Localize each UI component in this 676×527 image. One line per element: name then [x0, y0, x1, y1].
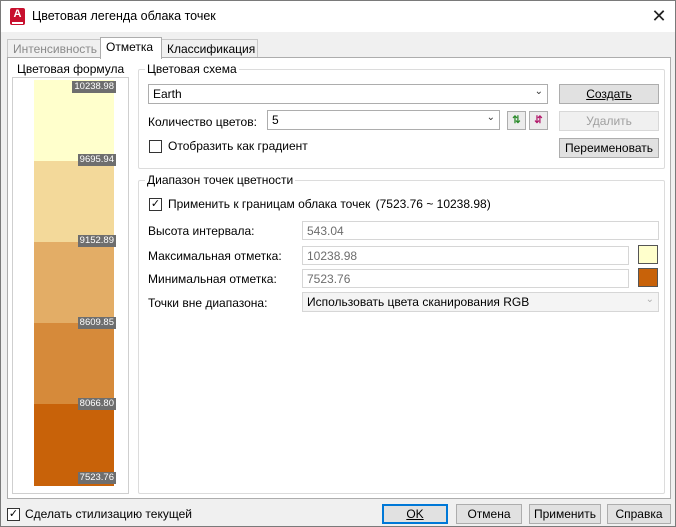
gradient-label: Отобразить как градиент — [168, 139, 308, 153]
apply-bounds-checkbox[interactable]: ✓ — [149, 198, 162, 211]
help-label: Справка — [615, 507, 663, 521]
max-elevation-field[interactable]: 10238.98 — [302, 246, 629, 265]
color-band — [34, 242, 114, 323]
max-elevation-label: Максимальная отметка: — [148, 249, 282, 263]
elevation-mark: 10238.98 — [72, 81, 116, 93]
swap-arrows-icon: ⇅ — [512, 115, 521, 126]
delete-button[interactable]: Удалить — [559, 111, 659, 131]
apply-bounds-range: (7523.76 ~ 10238.98) — [375, 197, 491, 211]
chevron-down-icon: ⌄ — [486, 112, 495, 123]
color-count-select[interactable]: 5 ⌄ — [267, 110, 500, 130]
rename-label: Переименовать — [565, 141, 653, 155]
create-label: Создать — [586, 87, 632, 101]
color-formula-title: Цветовая формула — [17, 62, 125, 76]
elevation-mark: 8066.80 — [77, 398, 116, 410]
color-edit-icon: ⇵ — [534, 115, 543, 126]
color-scheme-value: Earth — [153, 87, 182, 101]
min-elevation-label: Минимальная отметка: — [148, 272, 277, 286]
autocad-app-icon: A — [10, 8, 25, 25]
elevation-mark: 9695.94 — [77, 154, 116, 166]
color-band — [34, 323, 114, 404]
outside-range-select[interactable]: Использовать цвета сканирования RGB ⌄ — [302, 292, 659, 312]
min-elevation-field[interactable]: 7523.76 — [302, 269, 629, 288]
chevron-down-icon: ⌄ — [645, 294, 654, 305]
tab-elevation-label: Отметка — [106, 40, 154, 54]
apply-bounds-text: Применить к границам облака точек — [168, 197, 371, 211]
color-formula-box: 10238.98 9695.94 9152.89 8609.85 8066.80… — [12, 77, 129, 494]
delete-label: Удалить — [586, 114, 632, 128]
cancel-label: Отмена — [467, 507, 511, 521]
close-icon: ✕ — [651, 6, 667, 26]
color-count-value: 5 — [272, 113, 279, 127]
elevation-tab-page: Цветовая формула 10238.98 9695.94 9152.8… — [7, 57, 671, 499]
outside-range-value: Использовать цвета сканирования RGB — [307, 295, 530, 309]
reverse-colors-button[interactable]: ⇅ — [507, 111, 526, 130]
checkmark-icon: ✓ — [8, 508, 19, 520]
elevation-mark: 9152.89 — [77, 235, 116, 247]
ok-button[interactable]: OK — [382, 504, 448, 524]
max-color-swatch[interactable] — [638, 245, 658, 264]
tab-elevation[interactable]: Отметка — [100, 37, 162, 59]
color-count-label: Количество цветов: — [148, 115, 257, 129]
elevation-mark: 8609.85 — [77, 317, 116, 329]
window-title: Цветовая легенда облака точек — [32, 9, 216, 23]
outside-range-label: Точки вне диапазона: — [148, 296, 268, 310]
edit-colors-button[interactable]: ⇵ — [529, 111, 548, 130]
tab-intensity[interactable]: Интенсивность — [7, 39, 101, 58]
min-color-swatch[interactable] — [638, 268, 658, 287]
color-band — [34, 161, 114, 242]
elevation-mark: 7523.76 — [77, 472, 116, 484]
tab-classification[interactable]: Классификация — [161, 39, 258, 58]
rename-button[interactable]: Переименовать — [559, 138, 659, 158]
chevron-down-icon: ⌄ — [534, 86, 543, 97]
apply-bounds-label: Применить к границам облака точек (7523.… — [168, 197, 491, 211]
apply-button[interactable]: Применить — [529, 504, 601, 524]
color-scheme-select[interactable]: Earth ⌄ — [148, 84, 548, 104]
interval-height-field[interactable]: 543.04 — [302, 221, 659, 240]
color-formula-panel: Цветовая формула 10238.98 9695.94 9152.8… — [9, 58, 131, 494]
help-button[interactable]: Справка — [607, 504, 671, 524]
make-current-label: Сделать стилизацию текущей — [25, 507, 192, 521]
color-range-title: Диапазон точек цветности — [145, 173, 296, 187]
close-button[interactable]: ✕ — [643, 1, 675, 32]
ok-label: OK — [406, 507, 424, 521]
make-current-checkbox[interactable]: ✓ — [7, 508, 20, 521]
cancel-button[interactable]: Отмена — [456, 504, 522, 524]
gradient-checkbox[interactable] — [149, 140, 162, 153]
dialog-window: A Цветовая легенда облака точек ✕ Интенс… — [0, 0, 676, 527]
checkmark-icon: ✓ — [150, 198, 161, 210]
title-bar: A Цветовая легенда облака точек ✕ — [1, 1, 675, 32]
apply-label: Применить — [533, 507, 596, 521]
interval-height-label: Высота интервала: — [148, 224, 255, 238]
color-scheme-title: Цветовая схема — [145, 62, 239, 76]
create-button[interactable]: Создать — [559, 84, 659, 104]
